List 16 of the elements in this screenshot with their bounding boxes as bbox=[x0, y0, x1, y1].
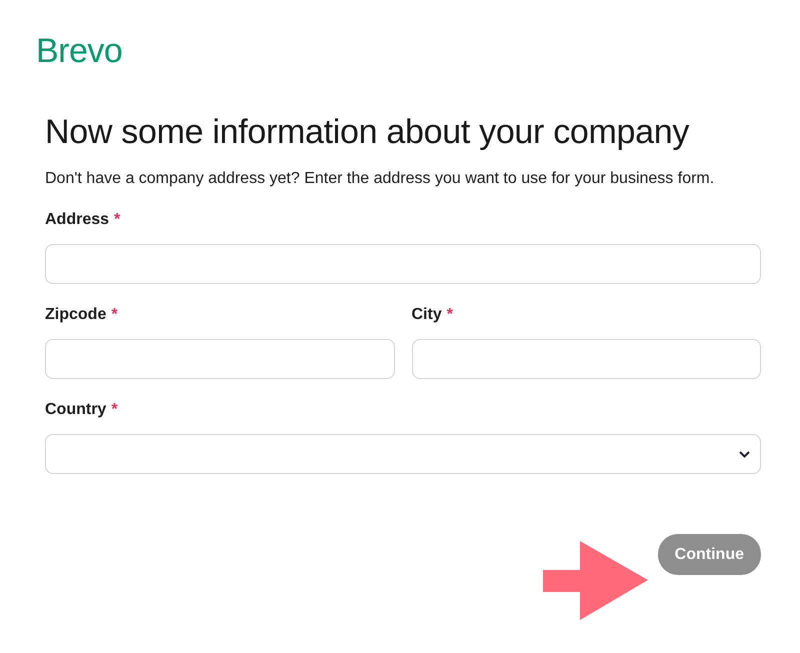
field-label: Country bbox=[45, 401, 106, 419]
input-field[interactable] bbox=[45, 244, 761, 284]
page-title: Now some information about your company bbox=[45, 112, 690, 153]
input-field[interactable] bbox=[412, 339, 761, 379]
country-select[interactable] bbox=[45, 434, 761, 474]
input-field[interactable] bbox=[45, 339, 394, 379]
chevron-down-icon bbox=[739, 450, 750, 458]
description-text: Don't have a company address yet? Enter the address you want to use for your business form. bbox=[45, 169, 716, 189]
field-label: Zipcode bbox=[45, 306, 106, 324]
brand-logo: Brevo bbox=[36, 32, 122, 71]
required-mark: * bbox=[446, 306, 453, 324]
field-label: City bbox=[412, 306, 442, 324]
field-label: Address bbox=[45, 211, 110, 229]
required-mark: * bbox=[114, 211, 120, 229]
required-mark: * bbox=[111, 401, 118, 419]
required-mark: * bbox=[111, 306, 118, 324]
